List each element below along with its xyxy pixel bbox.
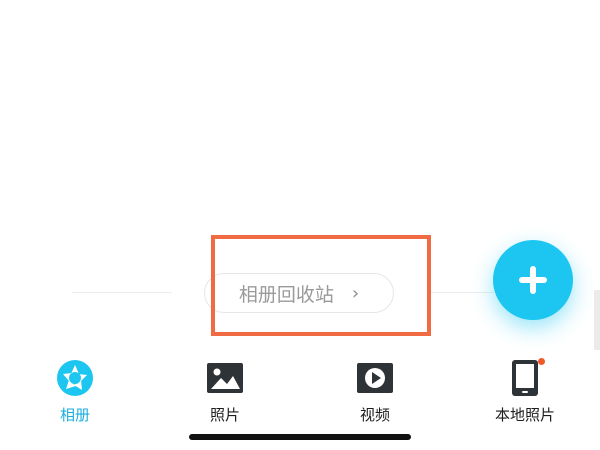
scroll-edge (594, 290, 600, 350)
album-recycle-bin-button[interactable]: 相册回收站 › (204, 273, 394, 313)
tab-album-label: 相册 (59, 406, 90, 424)
tab-local-photos[interactable]: 本地照片 (470, 358, 580, 426)
plus-icon (519, 266, 547, 294)
notification-badge (538, 358, 545, 365)
phone-icon (512, 360, 538, 396)
album-icon (57, 360, 93, 396)
add-button[interactable] (493, 240, 573, 320)
tab-photos-label: 照片 (209, 406, 240, 424)
tab-photos[interactable]: 照片 (170, 360, 280, 426)
recycle-bin-label: 相册回收站 (238, 283, 334, 306)
bottom-tab-bar: 相册 照片 视频 本地照片 (0, 350, 600, 430)
tab-album[interactable]: 相册 (20, 360, 130, 426)
divider-left (72, 292, 172, 293)
video-icon (357, 363, 393, 393)
divider-right (430, 292, 494, 293)
chevron-right-icon: › (351, 282, 360, 304)
tab-videos[interactable]: 视频 (320, 360, 430, 426)
home-indicator[interactable] (189, 434, 411, 440)
tab-local-photos-label: 本地照片 (494, 406, 555, 424)
tab-videos-label: 视频 (359, 406, 390, 424)
photo-icon (207, 363, 243, 393)
